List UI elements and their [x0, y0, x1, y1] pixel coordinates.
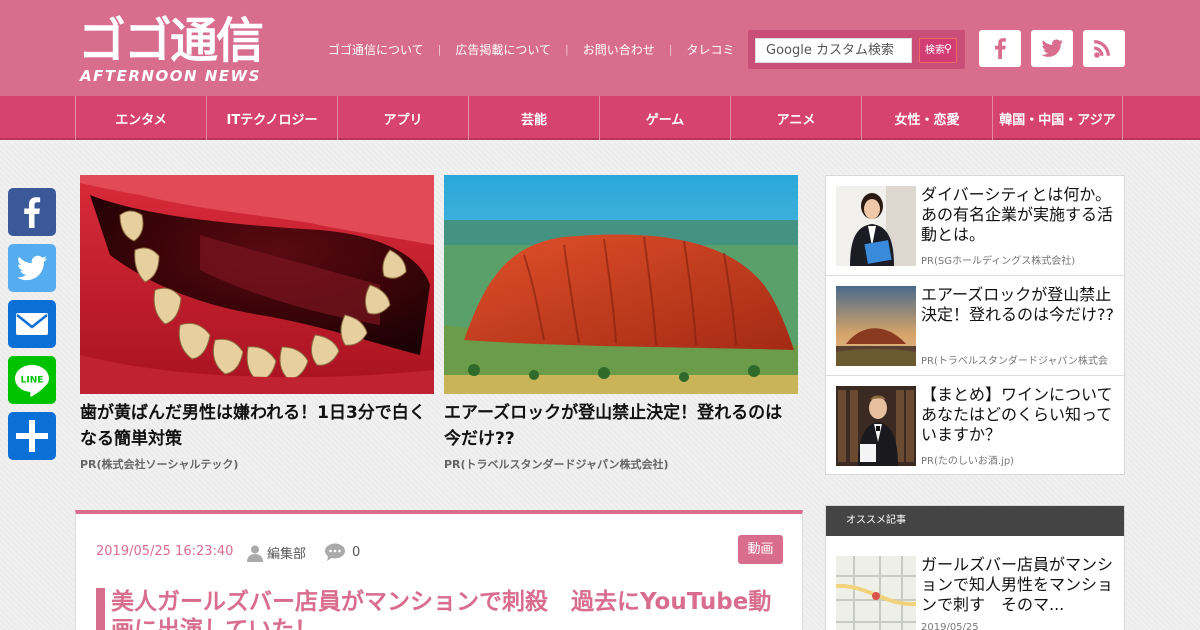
businesswoman-photo — [836, 186, 916, 266]
ad-title[interactable]: エアーズロックが登山禁止決定！登れるのは今だけ?? — [921, 285, 1116, 325]
comment-icon — [325, 543, 345, 561]
feature-pr-label: PR(トラベルスタンダードジャパン株式会社) — [444, 458, 669, 471]
twitter-icon — [17, 255, 47, 281]
topnav-advertise[interactable]: 広告掲載について — [455, 41, 551, 58]
ad-pr-label: PR(たのしいお酒.jp) — [921, 456, 1015, 467]
line-icon: LINE — [15, 365, 49, 397]
search-button-label: 検索 — [925, 45, 945, 56]
feature-image-ayers-rock[interactable] — [444, 175, 798, 394]
ad-thumbnail[interactable] — [836, 286, 916, 366]
logo-title: ゴゴ通信 — [78, 13, 264, 69]
sommelier-photo — [836, 386, 916, 466]
share-more-button[interactable] — [8, 412, 56, 460]
sponsored-list: ダイバーシティとは何か。あの有名企業が実施する活動とは。 PR(SGホールディン… — [825, 175, 1125, 475]
share-email-button[interactable] — [8, 300, 56, 348]
category-nav: エンタメ ITテクノロジー アプリ 芸能 ゲーム アニメ 女性・恋愛 韓国・中国… — [0, 96, 1200, 140]
recommended-date: 2019/05/25 — [921, 622, 979, 630]
topnav-divider: | — [437, 42, 442, 56]
user-icon — [247, 545, 263, 562]
feature-pr-label: PR(株式会社ソーシャルテック) — [80, 458, 239, 471]
teeth-photo — [80, 175, 434, 394]
logo-subtitle: AFTERNOON NEWS — [80, 67, 261, 85]
article-category-tag[interactable]: 動画 — [738, 535, 783, 564]
ad-pr-label: PR(SGホールディングス株式会社) — [921, 256, 1076, 267]
list-item[interactable]: エアーズロックが登山禁止決定！登れるのは今だけ?? PR(トラベルスタンダードジ… — [826, 276, 1124, 376]
share-facebook-button[interactable] — [8, 188, 56, 236]
share-line-button[interactable]: LINE — [8, 356, 56, 404]
article-date: 2019/05/25 16:23:40 — [96, 544, 234, 559]
category-asia[interactable]: 韓国・中国・アジア — [992, 96, 1123, 140]
ayers-rock-sunset-photo — [836, 286, 916, 366]
facebook-icon — [24, 197, 41, 228]
ayers-rock-photo — [444, 175, 798, 394]
ad-title[interactable]: ダイバーシティとは何か。あの有名企業が実施する活動とは。 — [921, 185, 1116, 245]
recommended-title[interactable]: ガールズバー店員がマンションで知人男性をマンションで刺す そのマ... — [921, 555, 1116, 615]
list-item[interactable]: 【まとめ】ワインについてあなたはどのくらい知っていますか？ PR(たのしいお酒.… — [826, 376, 1124, 476]
map-photo — [836, 556, 916, 630]
article-card: 2019/05/25 16:23:40 編集部 0 動画 美人ガールズバー店員が… — [75, 510, 803, 630]
category-games[interactable]: ゲーム — [599, 96, 730, 140]
share-icon — [16, 420, 48, 452]
feature-title[interactable]: エアーズロックが登山禁止決定！登れるのは今だけ?? — [444, 400, 798, 452]
feature-card[interactable]: エアーズロックが登山禁止決定！登れるのは今だけ?? PR(トラベルスタンダードジ… — [444, 175, 798, 472]
email-icon — [16, 313, 48, 335]
recommended-heading: オススメ記事 — [826, 506, 1124, 536]
category-it-technology[interactable]: ITテクノロジー — [206, 96, 337, 140]
category-apps[interactable]: アプリ — [337, 96, 468, 140]
topnav-contact[interactable]: お問い合わせ — [583, 41, 655, 58]
ad-pr-label: PR(トラベルスタンダードジャパン株式会 — [921, 356, 1108, 367]
recommended-articles: オススメ記事 ガールズバー店員がマンションで知人男性をマンションで刺す そのマ.… — [825, 505, 1125, 630]
feature-title[interactable]: 歯が黄ばんだ男性は嫌われる！1日3分で白くなる簡単対策 — [80, 400, 434, 452]
article-comment-count: 0 — [352, 544, 361, 560]
article-author-name: 編集部 — [267, 547, 307, 562]
site-header: ゴゴ通信 AFTERNOON NEWS ゴゴ通信について | 広告掲載について … — [0, 0, 1200, 96]
search-button[interactable]: 検索 ⚲ — [919, 38, 957, 63]
search-form: Google カスタム検索 検索 ⚲ — [748, 30, 965, 69]
recommended-thumbnail[interactable] — [836, 556, 916, 630]
category-anime[interactable]: アニメ — [730, 96, 861, 140]
article-author[interactable]: 編集部 — [246, 543, 306, 562]
twitter-icon — [1041, 39, 1063, 57]
search-input[interactable]: Google カスタム検索 — [755, 38, 912, 63]
ad-title[interactable]: 【まとめ】ワインについてあなたはどのくらい知っていますか？ — [921, 385, 1116, 445]
search-icon: ⚲ — [943, 42, 952, 55]
list-item[interactable]: ダイバーシティとは何か。あの有名企業が実施する活動とは。 PR(SGホールディン… — [826, 176, 1124, 276]
facebook-icon — [995, 38, 1006, 59]
site-logo[interactable]: ゴゴ通信 AFTERNOON NEWS — [78, 14, 306, 86]
feature-card[interactable]: 歯が黄ばんだ男性は嫌われる！1日3分で白くなる簡単対策 PR(株式会社ソーシャル… — [80, 175, 434, 472]
topnav-divider: | — [668, 42, 673, 56]
feature-image-teeth[interactable] — [80, 175, 434, 394]
line-icon-label: LINE — [21, 376, 44, 386]
header-twitter-button[interactable] — [1031, 30, 1073, 67]
top-nav: ゴゴ通信について | 広告掲載について | お問い合わせ | タレコミ — [328, 40, 735, 58]
category-celebrity[interactable]: 芸能 — [468, 96, 599, 140]
topnav-divider: | — [565, 42, 569, 56]
ad-thumbnail[interactable] — [836, 386, 916, 466]
topnav-about[interactable]: ゴゴ通信について — [328, 41, 424, 58]
topnav-tip[interactable]: タレコミ — [686, 41, 734, 58]
rss-icon — [1094, 40, 1110, 58]
category-entertainment[interactable]: エンタメ — [75, 96, 206, 140]
header-facebook-button[interactable] — [979, 30, 1021, 67]
header-rss-button[interactable] — [1083, 30, 1125, 67]
category-women-love[interactable]: 女性・恋愛 — [861, 96, 992, 140]
article-comments[interactable]: 0 — [324, 543, 360, 561]
article-title[interactable]: 美人ガールズバー店員がマンションで刺殺 過去にYouTube動画に出演していた！ — [96, 588, 786, 630]
ad-thumbnail[interactable] — [836, 186, 916, 266]
share-twitter-button[interactable] — [8, 244, 56, 292]
